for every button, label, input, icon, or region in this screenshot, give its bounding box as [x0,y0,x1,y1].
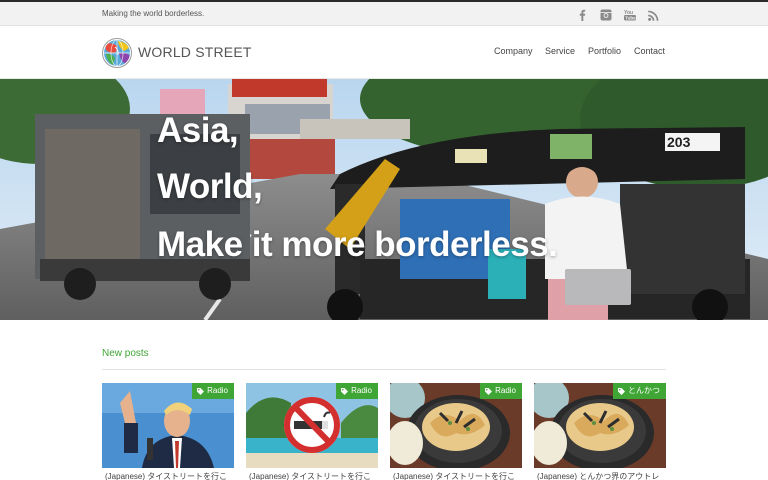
post-card[interactable]: とんかつ (Japanese) とんかつ界のアウトレ [534,383,666,480]
hero-photo: 203 [0,79,768,320]
nav-service[interactable]: Service [545,46,575,56]
hero-headline-line-3: Make it more borderless. [157,225,558,264]
site-tagline: Making the world borderless. [102,9,205,18]
tag-icon [618,387,625,395]
tag-icon [485,387,493,395]
section-title-new-posts: New posts [102,348,149,359]
nav-contact[interactable]: Contact [634,46,665,56]
globe-logo-icon[interactable] [102,38,132,68]
post-card[interactable]: Radio (Japanese) タイストリートを行こ [390,383,522,480]
tag-icon [341,387,349,395]
svg-text:Tube: Tube [625,16,636,21]
category-badge[interactable]: とんかつ [613,383,666,399]
category-badge[interactable]: Radio [480,383,522,399]
post-title[interactable]: (Japanese) タイストリートを行こ [105,471,234,480]
category-badge[interactable]: Radio [192,383,234,399]
facebook-icon[interactable] [575,8,589,22]
category-label: とんかつ [628,386,660,395]
post-title[interactable]: (Japanese) とんかつ界のアウトレ [537,471,666,480]
nav-portfolio[interactable]: Portfolio [588,46,621,56]
svg-text:203: 203 [667,134,691,150]
category-label: Radio [207,386,228,395]
site-header: WORLD STREET Company Service Portfolio C… [0,26,768,79]
nav-company[interactable]: Company [494,46,533,56]
category-label: Radio [495,386,516,395]
logo-text[interactable]: WORLD STREET [138,44,252,60]
rss-icon[interactable] [646,8,660,22]
hero-headline-line-2: World, [157,167,263,206]
post-card[interactable]: Radio (Japanese) タイストリートを行こ [246,383,378,480]
post-title[interactable]: (Japanese) タイストリートを行こ [393,471,522,480]
youtube-icon[interactable]: You Tube [623,8,637,22]
tag-icon [197,387,205,395]
post-title[interactable]: (Japanese) タイストリートを行こ [249,471,378,480]
instagram-icon[interactable] [599,8,613,22]
hero-banner: 203 Asia, World, Make it more borderless… [0,79,768,320]
category-label: Radio [351,386,372,395]
category-badge[interactable]: Radio [336,383,378,399]
top-bar: Making the world borderless. You Tube [0,0,768,26]
hero-headline-line-1: Asia, [157,111,239,150]
post-card[interactable]: Radio (Japanese) タイストリートを行こ [102,383,234,480]
section-divider [102,369,666,370]
